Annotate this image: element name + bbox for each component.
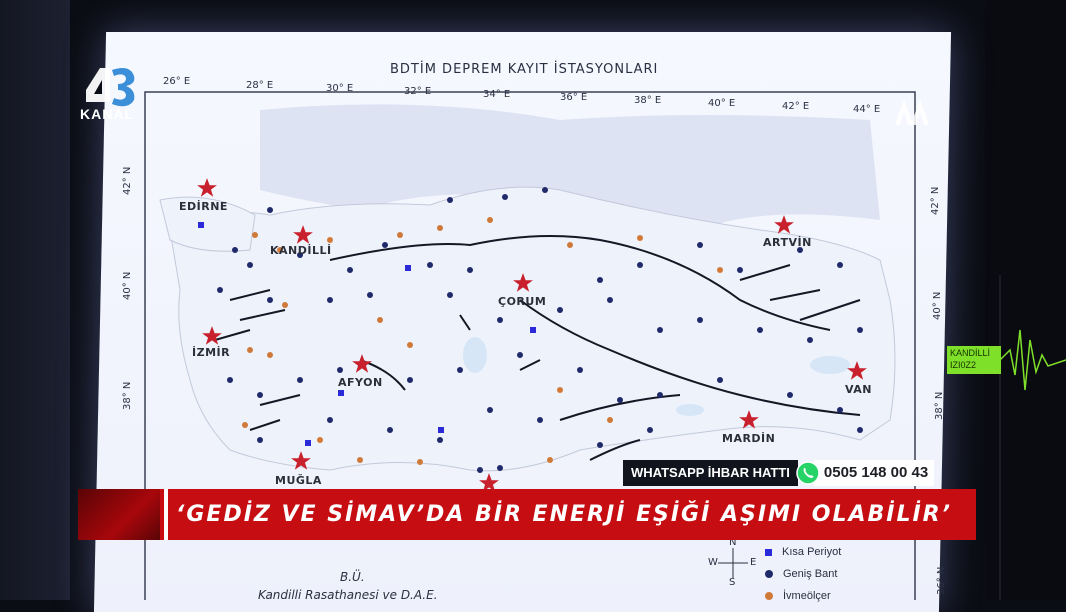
legend-accelerometer: İvmeölçer <box>765 590 831 602</box>
legend-broadband: Geniş Bant <box>765 568 837 580</box>
compass-west: W <box>708 557 718 568</box>
star-icon <box>197 178 217 197</box>
credit-line: B.Ü. <box>340 570 365 584</box>
latitude-label: 40° N <box>122 271 133 300</box>
whatsapp-icon <box>796 461 820 485</box>
longitude-label: 28° E <box>246 80 274 91</box>
city-label: MUĞLA <box>275 474 322 487</box>
city-label: AFYON <box>338 376 383 389</box>
longitude-label: 36° E <box>560 92 588 103</box>
longitude-label: 38° E <box>634 95 662 106</box>
legend-short-period: Kısa Periyot <box>765 546 841 558</box>
star-icon <box>739 410 759 429</box>
agency-logo-icon <box>895 99 929 125</box>
city-label: VAN <box>845 383 872 396</box>
circle-marker-icon <box>765 592 773 600</box>
star-icon <box>513 273 533 292</box>
headline-banner: ‘GEDİZ VE SİMAV’DA BİR ENERJİ EŞİĞİ AŞIM… <box>78 489 976 540</box>
city-label: ARTVİN <box>763 236 812 249</box>
channel-name: KANAL <box>80 106 134 122</box>
banner-thumbnail <box>78 489 160 540</box>
star-icon <box>291 451 311 470</box>
city-label: ÇORUM <box>498 295 547 308</box>
city-label: EDİRNE <box>179 200 228 213</box>
latitude-label: 42° N <box>930 186 941 215</box>
headline-text: ‘GEDİZ VE SİMAV’DA BİR ENERJİ EŞİĞİ AŞIM… <box>176 502 952 527</box>
hotline-number: 0505 148 00 43 <box>813 460 935 486</box>
legend-label: Geniş Bant <box>783 568 838 580</box>
hotline-label: WHATSAPP İHBAR HATTI <box>623 460 798 486</box>
map-title: BDTİM DEPREM KAYIT İSTASYONLARI <box>390 62 659 77</box>
longitude-label: 40° E <box>708 98 736 109</box>
longitude-label: 34° E <box>483 89 511 100</box>
city-label: MARDİN <box>722 432 776 445</box>
latitude-label: 36° N <box>936 566 947 595</box>
star-icon <box>202 326 222 345</box>
compass-south: S <box>729 577 736 588</box>
banner-divider <box>164 489 168 540</box>
longitude-label: 26° E <box>163 76 191 87</box>
longitude-label: 30° E <box>326 83 354 94</box>
monitor-station-tag: KANDİLLİ IZI0Z2 <box>947 346 1001 374</box>
longitude-label: 42° E <box>782 101 810 112</box>
legend-label: Kısa Periyot <box>782 546 842 558</box>
circle-marker-icon <box>765 570 773 578</box>
longitude-label: 44° E <box>853 104 881 115</box>
star-icon <box>847 361 867 380</box>
star-icon <box>774 215 794 234</box>
latitude-label: 42° N <box>122 166 133 195</box>
city-label: KANDİLLİ <box>270 244 332 257</box>
city-label: İZMİR <box>192 346 231 359</box>
star-icon <box>352 354 372 373</box>
latitude-label: 38° N <box>934 391 945 420</box>
latitude-label: 38° N <box>122 381 133 410</box>
star-icon <box>293 225 313 244</box>
broadcast-frame: BDTİM DEPREM KAYIT İSTASYONLARI 26° E 28… <box>0 0 1066 612</box>
longitude-label: 32° E <box>404 86 432 97</box>
latitude-label: 40° N <box>932 291 943 320</box>
compass-east: E <box>750 557 757 568</box>
legend-label: İvmeölçer <box>783 590 831 602</box>
whatsapp-hotline: WHATSAPP İHBAR HATTI 0505 148 00 43 <box>623 460 935 486</box>
square-marker-icon <box>765 548 772 556</box>
